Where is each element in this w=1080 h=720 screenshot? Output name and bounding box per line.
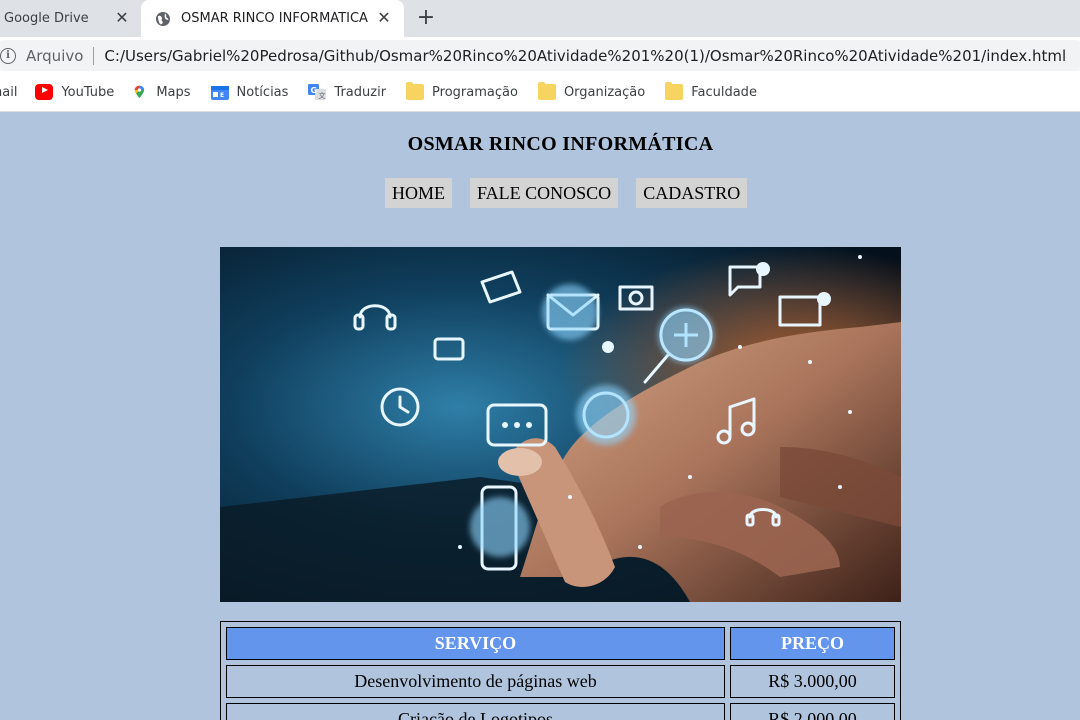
services-table-wrapper: SERVIÇO PREÇO Desenvolvimento de páginas… [220,621,901,720]
service-cell: Criação de Logotipos [226,703,725,720]
web-page: OSMAR RINCO INFORMÁTICA HOME FALE CONOSC… [0,113,1080,720]
bookmark-maps[interactable]: Maps [134,84,191,100]
bookmark-noticias[interactable]: E Notícias [210,84,289,100]
maps-icon [135,85,145,99]
folder-icon [406,82,425,100]
bookmark-gmail[interactable]: nail [0,85,17,100]
services-table: SERVIÇO PREÇO Desenvolvimento de páginas… [221,622,900,720]
browser-toolbar: i Arquivo C:/Users/Gabriel%20Pedrosa/Git… [0,37,1080,73]
bookmark-label: Traduzir [334,84,387,100]
scheme-label: Arquivo [26,46,84,65]
folder-icon [537,82,556,100]
service-cell: Desenvolvimento de páginas web [226,665,725,698]
svg-text:G: G [311,86,318,95]
site-info-icon[interactable]: i [0,47,16,64]
url-text[interactable]: C:/Users/Gabriel%20Pedrosa/Github/Osmar%… [104,47,1066,65]
translate-icon: G 文 [308,84,327,100]
globe-icon [156,11,170,26]
bookmark-label: Maps [156,84,191,100]
price-cell: R$ 3.000,00 [730,665,895,698]
hero-image [220,247,901,602]
tab-title: OSMAR RINCO INFORMÁTICA [181,11,368,26]
bookmark-traduzir[interactable]: G 文 Traduzir [308,84,386,100]
nav-home[interactable]: HOME [385,178,452,208]
new-tab-button[interactable]: + [414,7,438,31]
tab-title: Google Drive [4,11,89,26]
address-bar[interactable]: i Arquivo C:/Users/Gabriel%20Pedrosa/Git… [0,40,1080,71]
column-header-preco: PREÇO [730,627,895,660]
bookmark-label: nail [0,84,18,100]
table-header-row: SERVIÇO PREÇO [226,627,895,660]
news-icon: E [210,86,229,100]
tab-osmar-rinco[interactable]: OSMAR RINCO INFORMÁTICA ✕ [141,0,404,37]
bookmark-youtube[interactable]: YouTube [35,84,114,100]
bookmark-label: Notícias [236,84,289,100]
close-tab-icon[interactable]: ✕ [114,10,130,26]
column-header-servico: SERVIÇO [226,627,725,660]
bookmarks-bar: nail YouTube Maps E Notícias G 文 Trad [0,73,1080,112]
bookmark-label: Organização [563,84,646,100]
nav-fale-conosco[interactable]: FALE CONOSCO [470,178,619,208]
table-row: Criação de Logotipos R$ 2.000,00 [226,703,895,720]
bookmark-folder-faculdade[interactable]: Faculdade [665,82,757,100]
svg-text:文: 文 [319,91,326,100]
table-row: Desenvolvimento de páginas web R$ 3.000,… [226,665,895,698]
close-tab-icon[interactable]: ✕ [376,10,392,26]
site-title: OSMAR RINCO INFORMÁTICA [407,133,714,155]
bookmark-label: Faculdade [691,84,757,100]
folder-icon [665,82,684,100]
price-cell: R$ 2.000,00 [730,703,895,720]
tab-strip: Google Drive ✕ OSMAR RINCO INFORMÁTICA ✕… [0,0,1080,37]
nav-cadastro[interactable]: CADASTRO [636,178,748,208]
tab-google-drive[interactable]: Google Drive ✕ [0,0,140,37]
bookmark-folder-programacao[interactable]: Programação [406,82,518,100]
main-nav: HOME FALE CONOSCO CADASTRO [385,178,748,208]
svg-text:E: E [220,92,224,99]
youtube-icon [35,84,54,100]
bookmark-folder-organizacao[interactable]: Organização [537,82,646,100]
bookmark-label: YouTube [61,84,115,100]
divider [93,46,95,65]
bookmark-label: Programação [432,84,518,100]
